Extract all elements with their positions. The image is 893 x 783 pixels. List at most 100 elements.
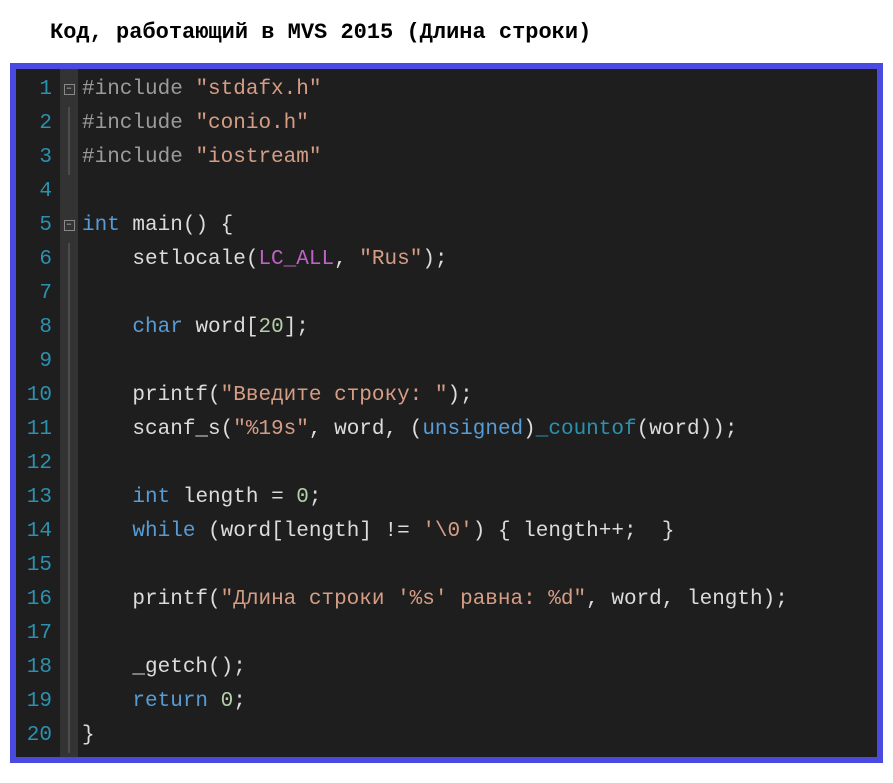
code-line: _getch(); xyxy=(82,651,869,685)
code-token xyxy=(82,588,132,611)
fold-cell: − xyxy=(60,209,78,243)
code-token: "Rus" xyxy=(359,248,422,271)
code-token: ) { xyxy=(473,520,523,543)
code-token: LC_ALL xyxy=(258,248,334,271)
fold-guide-line xyxy=(69,617,70,651)
code-token: "Введите строку: " xyxy=(221,384,448,407)
fold-guide-line xyxy=(69,413,70,447)
code-token: length xyxy=(284,520,360,543)
code-token: ); xyxy=(448,384,473,407)
code-token xyxy=(183,146,196,169)
fold-guide-line xyxy=(69,107,70,141)
code-token: 20 xyxy=(258,316,283,339)
fold-cell xyxy=(60,141,78,175)
line-number: 20 xyxy=(20,719,52,753)
code-token: return xyxy=(132,690,208,713)
code-token: #include xyxy=(82,112,183,135)
line-number: 13 xyxy=(20,481,52,515)
code-token: )); xyxy=(700,418,738,441)
line-number: 16 xyxy=(20,583,52,617)
code-token: } xyxy=(662,520,675,543)
fold-guide-line xyxy=(69,685,70,719)
code-token: scanf_s xyxy=(132,418,220,441)
code-token: (); xyxy=(208,656,246,679)
code-line: #include "stdafx.h" xyxy=(82,73,869,107)
fold-guide-line xyxy=(69,719,70,753)
line-number: 8 xyxy=(20,311,52,345)
fold-cell: − xyxy=(60,73,78,107)
code-token xyxy=(208,690,221,713)
code-token: } xyxy=(82,724,95,747)
code-token: ( xyxy=(637,418,650,441)
code-token: length xyxy=(523,520,599,543)
line-number: 10 xyxy=(20,379,52,413)
line-number: 5 xyxy=(20,209,52,243)
code-token: ; xyxy=(233,690,246,713)
code-token: ] != xyxy=(359,520,422,543)
fold-guide-line xyxy=(69,379,70,413)
code-token: while xyxy=(132,520,195,543)
code-token: , xyxy=(334,248,359,271)
code-token: setlocale xyxy=(132,248,245,271)
code-token: ( xyxy=(208,588,221,611)
code-token: = xyxy=(258,486,296,509)
fold-cell xyxy=(60,243,78,277)
code-token: 0 xyxy=(221,690,234,713)
fold-cell xyxy=(60,481,78,515)
code-token: ( xyxy=(208,520,221,543)
line-number: 9 xyxy=(20,345,52,379)
code-line xyxy=(82,277,869,311)
fold-cell xyxy=(60,685,78,719)
code-token: ++; xyxy=(599,520,662,543)
fold-cell xyxy=(60,617,78,651)
code-token: ( xyxy=(246,248,259,271)
line-number: 15 xyxy=(20,549,52,583)
code-token xyxy=(183,112,196,135)
code-token: ); xyxy=(763,588,788,611)
fold-guide-line xyxy=(69,345,70,379)
code-token: ( xyxy=(208,384,221,407)
code-token xyxy=(82,486,132,509)
code-token: char xyxy=(132,316,182,339)
code-token: [ xyxy=(271,520,284,543)
code-token: word xyxy=(195,316,245,339)
code-token xyxy=(183,316,196,339)
code-token xyxy=(195,520,208,543)
code-token: , ( xyxy=(385,418,423,441)
code-token: #include xyxy=(82,146,183,169)
code-line: scanf_s("%19s", word, (unsigned)_countof… xyxy=(82,413,869,447)
line-number-gutter: 1234567891011121314151617181920 xyxy=(16,69,60,757)
line-number: 18 xyxy=(20,651,52,685)
fold-cell xyxy=(60,413,78,447)
code-token: word xyxy=(611,588,661,611)
code-token: ( xyxy=(221,418,234,441)
fold-guide-line xyxy=(69,549,70,583)
fold-guide-line xyxy=(69,515,70,549)
fold-toggle-icon[interactable]: − xyxy=(64,84,75,95)
line-number: 1 xyxy=(20,73,52,107)
fold-cell xyxy=(60,175,78,209)
code-line: setlocale(LC_ALL, "Rus"); xyxy=(82,243,869,277)
document-title: Код, работающий в MVS 2015 (Длина строки… xyxy=(10,20,883,63)
code-line: while (word[length] != '\0') { length++;… xyxy=(82,515,869,549)
code-token xyxy=(82,690,132,713)
line-number: 2 xyxy=(20,107,52,141)
code-line: int main() { xyxy=(82,209,869,243)
fold-cell xyxy=(60,719,78,753)
code-token xyxy=(82,316,132,339)
code-token: unsigned xyxy=(422,418,523,441)
line-number: 19 xyxy=(20,685,52,719)
fold-cell xyxy=(60,651,78,685)
fold-toggle-icon[interactable]: − xyxy=(64,220,75,231)
code-token: _getch xyxy=(132,656,208,679)
fold-cell xyxy=(60,311,78,345)
code-token: ) xyxy=(523,418,536,441)
code-token: word xyxy=(334,418,384,441)
fold-guide-line xyxy=(69,277,70,311)
code-token: word xyxy=(221,520,271,543)
code-line xyxy=(82,617,869,651)
code-token xyxy=(82,656,132,679)
fold-cell xyxy=(60,583,78,617)
code-token: "conio.h" xyxy=(195,112,308,135)
fold-guide-line xyxy=(69,243,70,277)
